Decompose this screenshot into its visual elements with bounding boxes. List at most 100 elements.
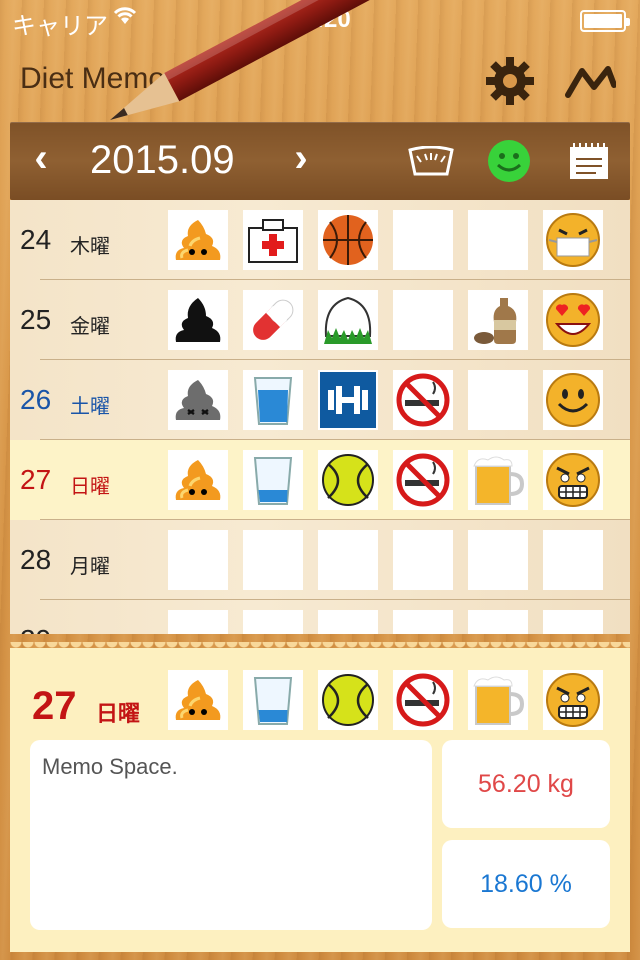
icon-cell[interactable] [543,210,603,270]
no-smoking-icon [396,373,450,427]
prev-month-button[interactable]: ‹ [26,136,56,181]
detail-day: 27 [32,684,77,728]
rice-ball-icon [324,296,372,344]
day-row[interactable]: 26 土曜 [10,360,630,440]
icon-cell[interactable] [243,290,303,350]
icon-cell[interactable] [243,610,303,634]
day-number: 26 [20,384,52,415]
day-number: 24 [20,224,52,255]
dumbbell-icon [320,372,376,428]
water-full-icon [253,377,293,425]
icon-cell[interactable] [168,530,228,590]
icon-cell[interactable] [168,370,228,430]
poop-gold-icon [175,220,221,260]
gear-icon [486,57,534,105]
icon-cell[interactable] [393,670,453,730]
next-month-button[interactable]: › [286,136,316,181]
basketball-icon [323,215,373,265]
pill-icon [253,299,294,340]
day-list[interactable]: 24 木曜 25 金曜 26 土曜 27 日曜 28 月曜 29火曜 [10,200,630,634]
beer-icon [473,676,525,725]
icon-cell[interactable] [393,610,453,634]
icon-cell[interactable] [468,530,528,590]
weight-field[interactable]: 56.20 kg [442,740,610,828]
icon-cell[interactable] [393,210,453,270]
weight-mode-button[interactable] [406,138,456,184]
icon-cell[interactable] [318,290,378,350]
mood-mode-button[interactable] [484,138,534,184]
day-weekday: 土曜 [70,396,110,418]
calendar-icon [570,143,608,179]
icon-cell[interactable] [318,210,378,270]
water-low-icon [253,677,293,725]
icon-cell[interactable] [393,290,453,350]
smiley-green-icon [488,140,530,182]
icon-cell[interactable] [393,450,453,510]
water-low-icon [253,457,293,505]
sake-icon [474,298,517,344]
icon-cell[interactable] [318,450,378,510]
poop-gray-icon [175,380,221,420]
hospital-icon [248,219,298,263]
day-weekday: 日曜 [70,476,110,498]
day-number: 25 [20,304,52,335]
icon-cell[interactable] [243,370,303,430]
heart-eyes-icon [546,293,600,347]
mask-face-icon [546,213,600,267]
icon-cell[interactable] [318,670,378,730]
icon-cell[interactable] [168,450,228,510]
icon-cell[interactable] [168,210,228,270]
no-smoking-icon [396,453,450,507]
icon-cell[interactable] [468,450,528,510]
day-row[interactable]: 29火曜 [10,600,630,634]
icon-cell[interactable] [243,530,303,590]
day-row[interactable]: 25 金曜 [10,280,630,360]
settings-button[interactable] [482,56,538,106]
icon-cell[interactable] [543,370,603,430]
month-toolbar: ‹ 2015.09 › [10,122,630,200]
icon-cell[interactable] [393,530,453,590]
icon-cell[interactable] [543,670,603,730]
icon-cell[interactable] [243,210,303,270]
icon-cell[interactable] [543,450,603,510]
day-row[interactable]: 27 日曜 [10,440,630,520]
icon-cell[interactable] [168,610,228,634]
day-weekday: 月曜 [70,556,110,578]
graph-button[interactable] [562,56,618,106]
detail-weekday: 日曜 [96,701,141,726]
day-row[interactable]: 28 月曜 [10,520,630,600]
day-number: 29 [20,624,70,634]
day-weekday: 木曜 [70,236,110,258]
body-fat-field[interactable]: 18.60 % [442,840,610,928]
poop-gold-icon [175,680,221,720]
day-weekday: 火曜 [70,630,110,634]
poop-gold-icon [175,460,221,500]
memo-mode-button[interactable] [564,138,614,184]
icon-cell[interactable] [468,610,528,634]
day-row[interactable]: 24 木曜 [10,200,630,280]
icon-cell[interactable] [543,530,603,590]
day-number: 28 [20,544,52,575]
icon-cell[interactable] [393,370,453,430]
icon-cell[interactable] [168,290,228,350]
smiley-icon [546,373,600,427]
icon-cell[interactable] [243,450,303,510]
beer-icon [473,456,525,505]
battery-icon [580,10,630,32]
icon-cell[interactable] [243,670,303,730]
tennis-icon [322,674,374,726]
icon-cell[interactable] [468,290,528,350]
icon-cell[interactable] [318,530,378,590]
icon-cell[interactable] [168,670,228,730]
icon-cell[interactable] [318,370,378,430]
memo-field[interactable]: Memo Space. [30,740,432,930]
icon-cell[interactable] [468,670,528,730]
day-detail-panel: 27 日曜 Memo Space. 56.20 kg 18.60 % [10,648,630,952]
icon-cell[interactable] [318,610,378,634]
icon-cell[interactable] [543,290,603,350]
graph-icon [565,66,616,98]
icon-cell[interactable] [543,610,603,634]
icon-cell[interactable] [468,210,528,270]
angry-face-icon [546,673,600,727]
icon-cell[interactable] [468,370,528,430]
